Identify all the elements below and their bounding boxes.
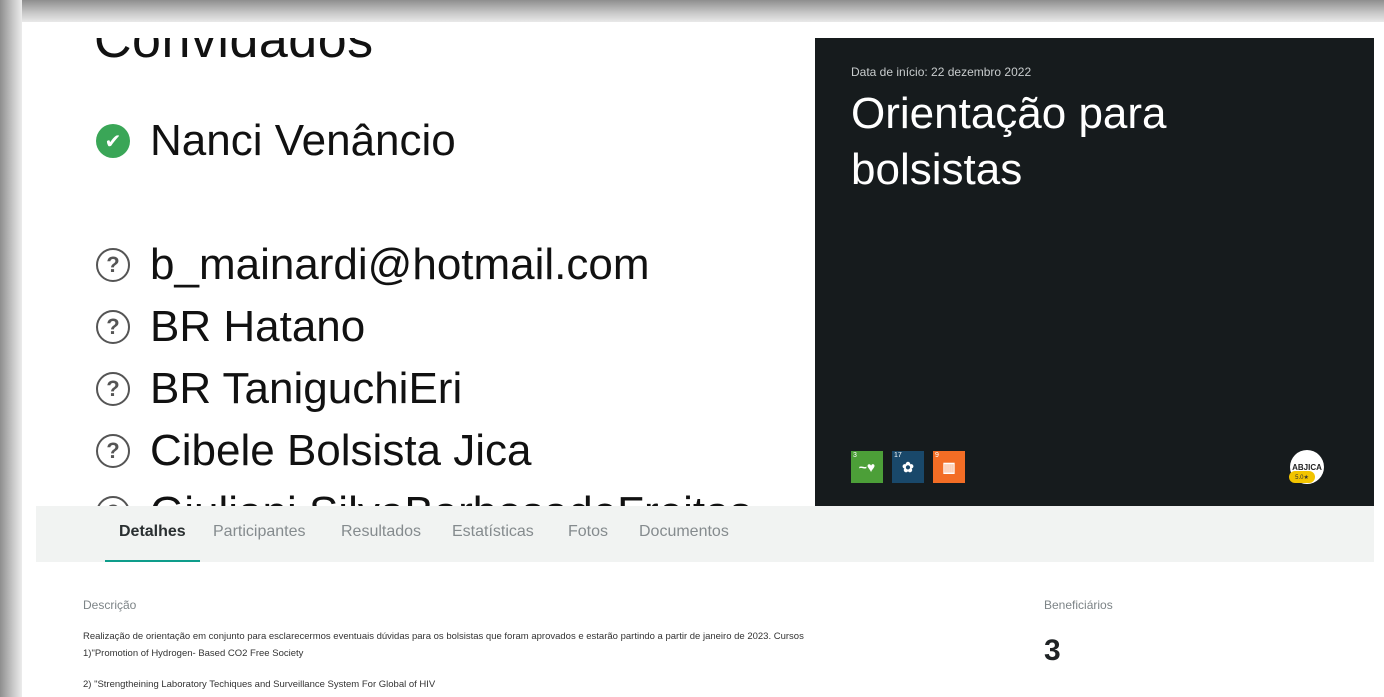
description-line: 1)"Promotion of Hydrogen- Based CO2 Free… <box>83 648 304 659</box>
tab-documentos[interactable]: Documentos <box>639 506 729 562</box>
guest-pending: ? BR TaniguchiEri <box>96 364 462 414</box>
question-circle-icon: ? <box>96 310 130 344</box>
tab-resultados[interactable]: Resultados <box>341 506 421 562</box>
sdg-industry-icon: 9 ▥ <box>933 451 965 483</box>
sdg-glyph: ~♥ <box>858 459 876 475</box>
guest-name: Cibele Bolsista Jica <box>150 426 532 475</box>
event-page: Convidados ✔ Nanci Venâncio ? b_mainardi… <box>22 22 1384 697</box>
event-title: Orientação para bolsistas <box>851 89 1167 194</box>
beneficiaries-label: Beneficiários <box>1044 598 1113 612</box>
guest-name: Giuliani SilvaBarbosadeFreitas <box>150 488 752 506</box>
window-shadow-top <box>0 0 1384 22</box>
guest-name: b_mainardi@hotmail.com <box>150 240 650 289</box>
guest-name: BR TaniguchiEri <box>150 364 463 413</box>
sdg-number: 17 <box>894 452 902 459</box>
question-circle-icon: ? <box>96 496 130 506</box>
sdg-partnerships-icon: 17 ✿ <box>892 451 924 483</box>
sdg-number: 9 <box>935 452 939 459</box>
check-circle-icon: ✔ <box>96 124 130 158</box>
tab-bar: Detalhes Participantes Resultados Estatí… <box>36 506 1374 562</box>
guest-list-image: Convidados ✔ Nanci Venâncio ? b_mainardi… <box>22 38 815 506</box>
tab-fotos[interactable]: Fotos <box>568 506 608 562</box>
tab-estatisticas[interactable]: Estatísticas <box>452 506 534 562</box>
guest-confirmed: ✔ Nanci Venâncio <box>96 116 456 166</box>
sdg-glyph: ▥ <box>942 458 956 475</box>
description-label: Descrição <box>83 598 137 612</box>
question-circle-icon: ? <box>96 434 130 468</box>
tab-participantes[interactable]: Participantes <box>213 506 306 562</box>
guest-pending: ? Giuliani SilvaBarbosadeFreitas <box>96 488 752 506</box>
guest-pending: ? Cibele Bolsista Jica <box>96 426 532 476</box>
description-line: Realização de orientação em conjunto par… <box>83 631 804 642</box>
guest-name: BR Hatano <box>150 302 366 351</box>
event-hero-banner: Data de início: 22 dezembro 2022 Orienta… <box>815 38 1374 506</box>
guest-pending: ? b_mainardi@hotmail.com <box>96 240 650 290</box>
description-text: Realização de orientação em conjunto par… <box>83 628 1003 693</box>
guest-list-title: Convidados <box>94 38 374 69</box>
check-glyph: ✔ <box>104 130 122 153</box>
rating-badge: 5.0★ <box>1289 471 1315 483</box>
beneficiaries-count: 3 <box>1044 634 1061 667</box>
question-circle-icon: ? <box>96 372 130 406</box>
guest-pending: ? BR Hatano <box>96 302 365 352</box>
sdg-number: 3 <box>853 452 857 459</box>
description-line: 2) "Strengtheining Laboratory Techiques … <box>83 679 436 690</box>
sdg-glyph: ✿ <box>902 458 914 475</box>
start-date: Data de início: 22 dezembro 2022 <box>851 65 1032 79</box>
sdg-health-icon: 3 ~♥ <box>851 451 883 483</box>
guest-name: Nanci Venâncio <box>150 116 456 165</box>
window-shadow-left <box>0 0 22 697</box>
question-circle-icon: ? <box>96 248 130 282</box>
tab-detalhes[interactable]: Detalhes <box>105 506 200 562</box>
